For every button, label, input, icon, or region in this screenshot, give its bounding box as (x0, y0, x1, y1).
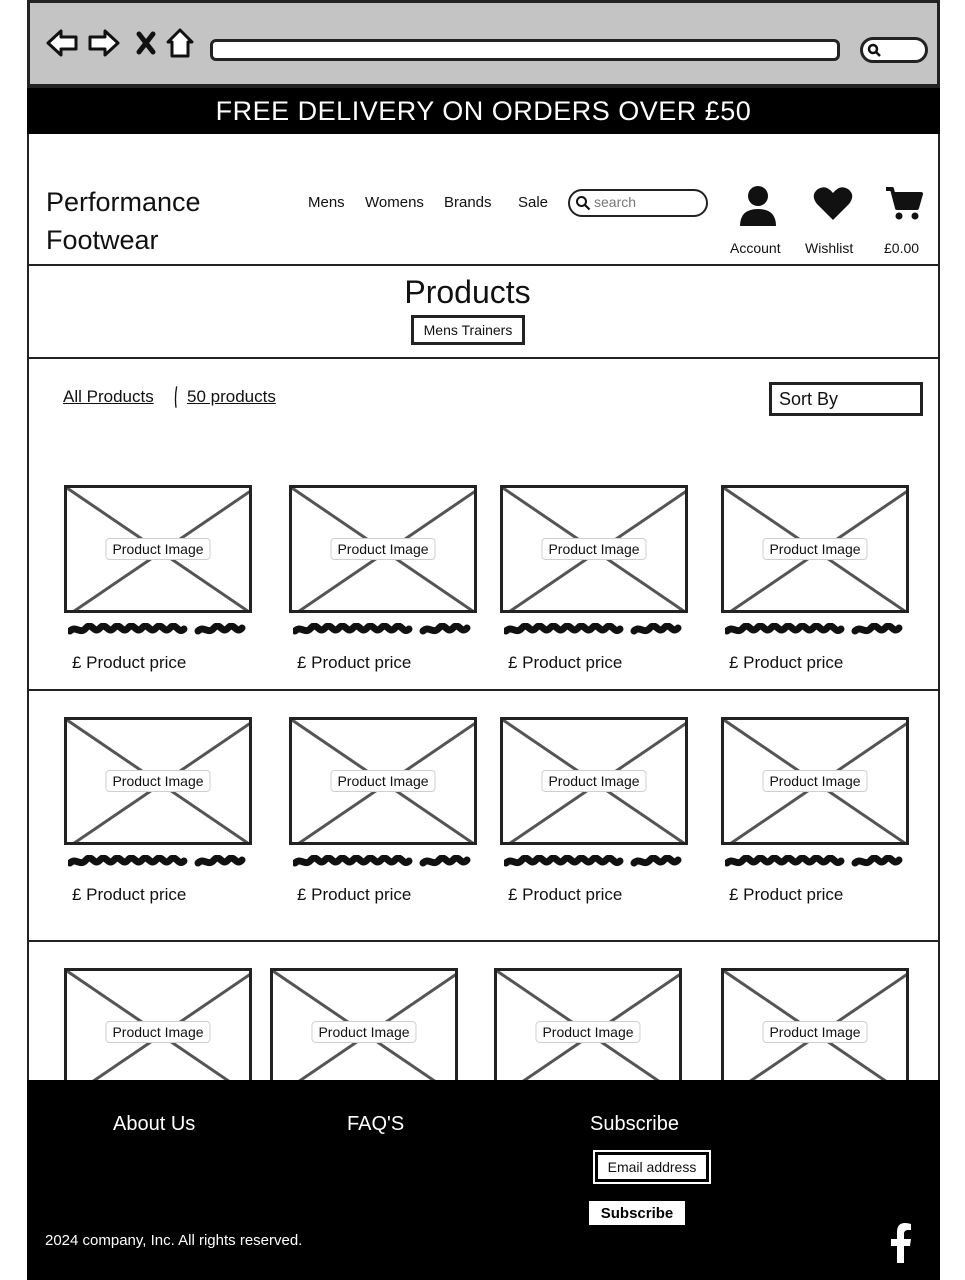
product-image[interactable]: Product Image (721, 968, 909, 1080)
site-search[interactable] (568, 189, 708, 217)
product-name-scribble[interactable] (68, 623, 246, 639)
product-name-scribble[interactable] (504, 623, 682, 639)
product-image-label: Product Image (535, 1021, 641, 1043)
product-price: £ Product price (297, 653, 412, 672)
footer-faq-link[interactable]: FAQ'S (347, 1113, 404, 1136)
forward-arrow-icon[interactable] (86, 25, 122, 61)
product-name-scribble[interactable] (293, 855, 471, 871)
product-name-scribble[interactable] (725, 855, 903, 871)
product-name-scribble[interactable] (725, 623, 903, 639)
product-name-scribble[interactable] (68, 855, 246, 871)
product-card[interactable]: Product Image £ Product price (500, 717, 688, 912)
product-card[interactable]: Product Image (64, 968, 252, 1080)
cart-icon[interactable] (883, 184, 925, 224)
product-price: £ Product price (297, 885, 412, 904)
product-card[interactable]: Product Image £ Product price (721, 717, 909, 912)
wishlist-label[interactable]: Wishlist (805, 240, 853, 256)
search-input[interactable] (594, 194, 699, 210)
product-image[interactable]: Product Image (500, 485, 688, 613)
category-chip[interactable]: Mens Trainers (411, 315, 525, 345)
breadcrumb-all-products[interactable]: All Products (63, 387, 154, 407)
product-price: £ Product price (729, 885, 844, 904)
product-image[interactable]: Product Image (64, 717, 252, 845)
product-card[interactable]: Product Image £ Product price (289, 485, 477, 680)
facebook-icon[interactable] (889, 1223, 913, 1263)
product-image[interactable]: Product Image (500, 717, 688, 845)
browser-search[interactable] (860, 37, 928, 63)
product-name-scribble[interactable] (293, 623, 471, 639)
site-logo[interactable]: Performance Footwear (46, 183, 201, 259)
copyright-text: 2024 company, Inc. All rights reserved. (45, 1232, 303, 1249)
nav-sale[interactable]: Sale (518, 194, 548, 211)
account-label[interactable]: Account (730, 240, 781, 256)
product-image-label: Product Image (330, 538, 436, 560)
product-image-label: Product Image (105, 538, 211, 560)
nav-womens[interactable]: Womens (365, 194, 424, 211)
product-image[interactable]: Product Image (721, 485, 909, 613)
category-label: Mens Trainers (423, 322, 513, 338)
banner-text: FREE DELIVERY ON ORDERS OVER £50 (215, 95, 752, 126)
product-price: £ Product price (508, 653, 623, 672)
product-image-label: Product Image (762, 770, 868, 792)
product-image[interactable]: Product Image (64, 968, 252, 1080)
product-price: £ Product price (508, 885, 623, 904)
cart-total[interactable]: £0.00 (884, 240, 919, 256)
breadcrumb-separator (174, 386, 178, 408)
product-image[interactable]: Product Image (494, 968, 682, 1080)
product-image-label: Product Image (311, 1021, 417, 1043)
browser-toolbar (27, 0, 940, 88)
product-card[interactable]: Product Image £ Product price (721, 485, 909, 680)
delivery-banner: FREE DELIVERY ON ORDERS OVER £50 (27, 88, 940, 134)
product-card[interactable]: Product Image £ Product price (289, 717, 477, 912)
logo-line-2: Footwear (46, 225, 159, 255)
product-image-label: Product Image (541, 770, 647, 792)
product-card[interactable]: Product Image £ Product price (64, 717, 252, 912)
product-price: £ Product price (72, 885, 187, 904)
product-name-scribble[interactable] (504, 855, 682, 871)
page-title: Products (404, 274, 531, 310)
product-image[interactable]: Product Image (289, 717, 477, 845)
product-image-label: Product Image (105, 1021, 211, 1043)
product-card[interactable]: Product Image (270, 968, 458, 1080)
product-card[interactable]: Product Image (494, 968, 682, 1080)
close-icon[interactable] (128, 25, 164, 61)
nav-brands[interactable]: Brands (444, 194, 492, 211)
sort-label: Sort By (779, 389, 839, 409)
product-image[interactable]: Product Image (721, 717, 909, 845)
divider (29, 357, 940, 359)
product-image[interactable]: Product Image (270, 968, 458, 1080)
divider (29, 264, 940, 266)
address-bar[interactable] (210, 39, 840, 61)
product-price: £ Product price (72, 653, 187, 672)
footer-about-link[interactable]: About Us (113, 1113, 195, 1136)
product-image-label: Product Image (762, 1021, 868, 1043)
email-placeholder: Email address (607, 1159, 697, 1175)
subscribe-button[interactable]: Subscribe (589, 1201, 685, 1225)
subscribe-heading: Subscribe (590, 1113, 679, 1135)
product-card[interactable]: Product Image (721, 968, 909, 1080)
site-footer: About Us FAQ'S Subscribe Email address S… (27, 1080, 940, 1280)
product-image-label: Product Image (541, 538, 647, 560)
search-icon (867, 43, 881, 57)
email-field[interactable]: Email address (593, 1150, 711, 1184)
product-image[interactable]: Product Image (64, 485, 252, 613)
product-image-label: Product Image (105, 770, 211, 792)
back-arrow-icon[interactable] (44, 25, 80, 61)
product-card[interactable]: Product Image £ Product price (500, 485, 688, 680)
home-icon[interactable] (162, 25, 198, 61)
divider (29, 940, 940, 942)
heart-icon[interactable] (812, 184, 854, 224)
product-card[interactable]: Product Image £ Product price (64, 485, 252, 680)
product-count-link[interactable]: 50 products (187, 387, 276, 407)
search-icon (576, 196, 591, 211)
product-image-label: Product Image (330, 770, 436, 792)
product-price: £ Product price (729, 653, 844, 672)
product-image-label: Product Image (762, 538, 868, 560)
divider (29, 689, 940, 691)
sort-dropdown[interactable]: Sort By (769, 382, 923, 416)
user-icon[interactable] (738, 184, 778, 228)
nav-mens[interactable]: Mens (308, 194, 345, 211)
logo-line-1: Performance (46, 187, 201, 217)
product-image[interactable]: Product Image (289, 485, 477, 613)
